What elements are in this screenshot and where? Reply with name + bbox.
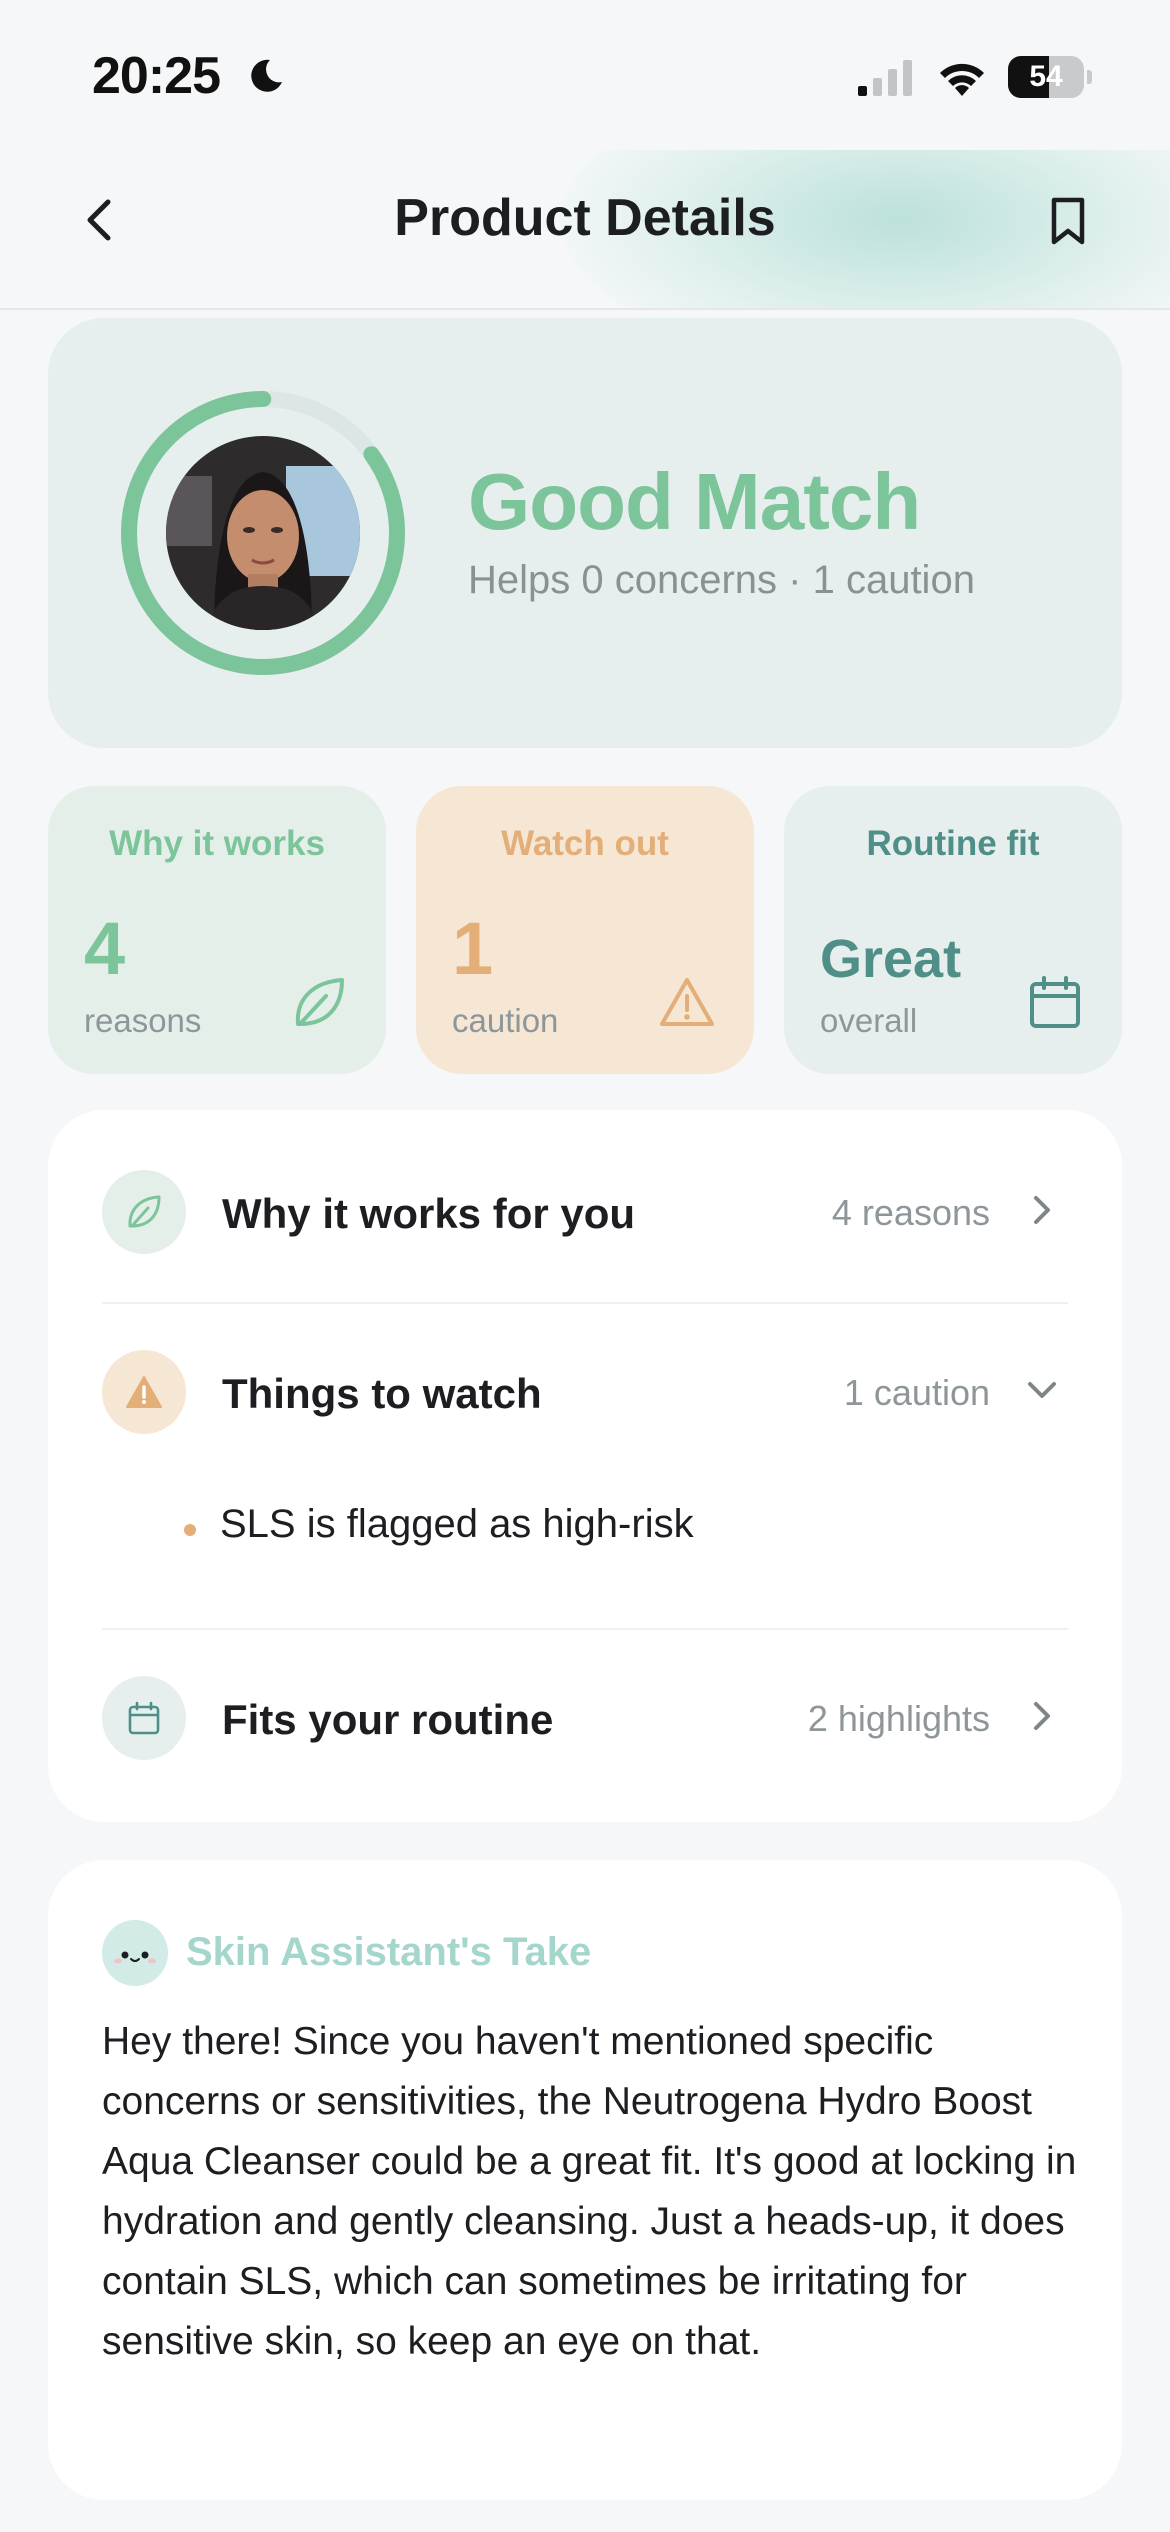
row-why-it-works[interactable]: Why it works for you 4 reasons — [102, 1152, 1068, 1272]
row-fits-your-routine[interactable]: Fits your routine 2 highlights — [102, 1658, 1068, 1778]
row-title: Why it works for you — [222, 1190, 636, 1237]
calendar-icon — [102, 1676, 186, 1760]
battery-indicator: 54 — [1008, 56, 1092, 98]
assistant-take-text: Hey there! Since you haven't mentioned s… — [102, 2020, 1077, 2363]
leaf-icon — [295, 978, 344, 1026]
calendar-icon — [1030, 976, 1080, 1028]
caution-text: SLS is flagged as high-risk — [220, 1502, 694, 1546]
row-count: 2 highlights — [807, 1698, 990, 1739]
chevron-right-icon — [1034, 1702, 1050, 1730]
warning-icon — [102, 1350, 186, 1434]
row-count: 1 caution — [843, 1372, 990, 1413]
row-things-to-watch[interactable]: Things to watch 1 caution — [102, 1332, 1068, 1452]
stat-value: 1 — [452, 907, 494, 990]
assistant-take-card: Skin Assistant's Take Hey there! Since y… — [48, 1860, 1122, 2500]
stat-unit: reasons — [84, 1002, 202, 1039]
warning-icon — [660, 978, 714, 1026]
stat-card-routine-fit[interactable]: Routine fit Great overall — [784, 786, 1122, 1074]
stat-card-watch-out[interactable]: Watch out 1 caution — [416, 786, 754, 1074]
battery-percent: 54 — [1029, 60, 1063, 93]
divider — [102, 1628, 1068, 1630]
row-title: Fits your routine — [222, 1696, 554, 1743]
stat-unit: overall — [820, 1002, 918, 1039]
row-title: Things to watch — [222, 1370, 542, 1417]
match-subtitle: Helps 0 concerns · 1 caution — [468, 558, 975, 602]
status-bar: 20:25 54 — [0, 0, 1170, 150]
stat-value: 4 — [84, 907, 126, 990]
bullet-dot — [184, 1524, 196, 1536]
leaf-icon — [102, 1170, 186, 1254]
chevron-right-icon — [1034, 1196, 1050, 1224]
stat-label: Routine fit — [866, 824, 1040, 863]
match-summary-card: Good Match Helps 0 concerns · 1 caution — [48, 318, 1122, 748]
caution-item: SLS is flagged as high-risk — [184, 1502, 694, 1547]
moon-icon — [251, 59, 282, 92]
stat-label: Why it works — [109, 824, 325, 863]
chevron-down-icon — [1028, 1382, 1056, 1398]
page-title: Product Details — [394, 189, 776, 247]
wifi-icon — [940, 63, 984, 96]
stat-card-why-it-works[interactable]: Why it works 4 reasons — [48, 786, 386, 1074]
stat-unit: caution — [452, 1002, 559, 1039]
bookmark-button[interactable] — [1040, 190, 1096, 250]
row-count: 4 reasons — [831, 1192, 990, 1233]
stat-value: Great — [820, 929, 962, 989]
user-photo — [166, 436, 360, 630]
cellular-signal-icon — [858, 60, 912, 96]
divider — [102, 1302, 1068, 1304]
nav-header: Product Details — [0, 150, 1170, 310]
details-card: Why it works for you 4 reasons Things to… — [48, 1110, 1122, 1822]
match-verdict: Good Match — [468, 457, 921, 546]
stat-label: Watch out — [501, 824, 669, 863]
assistant-take-title: Skin Assistant's Take — [186, 1930, 592, 1974]
status-time: 20:25 — [92, 47, 221, 105]
assistant-face-icon — [102, 1920, 168, 1986]
